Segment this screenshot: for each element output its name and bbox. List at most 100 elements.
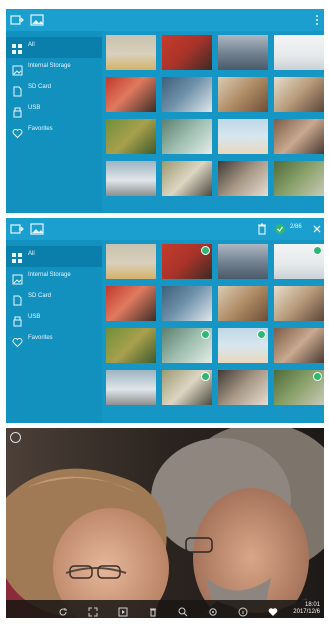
- thumbnail-image: [162, 77, 212, 112]
- thumbnail[interactable]: [218, 35, 268, 70]
- thumbnail[interactable]: [106, 370, 156, 405]
- thumbnail-image: [162, 286, 212, 321]
- thumbnail[interactable]: [274, 244, 324, 279]
- thumbnail[interactable]: [274, 370, 324, 405]
- thumbnail[interactable]: [106, 161, 156, 196]
- thumbnail-image: [162, 119, 212, 154]
- thumbnail[interactable]: [218, 286, 268, 321]
- selected-check-icon: [313, 246, 322, 255]
- selected-check-icon: [313, 372, 322, 381]
- image-icon[interactable]: [30, 13, 44, 27]
- thumbnail[interactable]: [162, 77, 212, 112]
- fullscreen-icon[interactable]: [88, 604, 98, 617]
- thumbnail-image: [106, 286, 156, 321]
- sidebar-item-label: Favorites: [28, 335, 53, 341]
- thumbnail-image: [218, 161, 268, 196]
- thumbnail-image: [106, 35, 156, 70]
- thumbnail[interactable]: [162, 35, 212, 70]
- sidebar-item-internal-storage[interactable]: Internal Storage: [6, 58, 102, 79]
- thumbnail-image: [274, 286, 324, 321]
- thumbnail[interactable]: [274, 286, 324, 321]
- thumbnail-image: [106, 244, 156, 279]
- thumbnail[interactable]: [162, 244, 212, 279]
- thumbnail[interactable]: [274, 35, 324, 70]
- sidebar-item-all[interactable]: All: [6, 37, 102, 58]
- thumbnail[interactable]: [162, 370, 212, 405]
- thumbnail[interactable]: [106, 35, 156, 70]
- thumbnail[interactable]: [218, 77, 268, 112]
- thumbnail[interactable]: [274, 328, 324, 363]
- info-icon[interactable]: [238, 604, 248, 617]
- thumbnail-image: [274, 119, 324, 154]
- sidebar-item-label: All: [28, 251, 35, 257]
- sidebar-item-favorites[interactable]: Favorites: [6, 330, 102, 351]
- photo-couple: [6, 428, 324, 618]
- more-icon[interactable]: [310, 13, 324, 27]
- heart-icon: [12, 126, 23, 139]
- thumbnail[interactable]: [106, 328, 156, 363]
- thumbnail-image: [218, 370, 268, 405]
- trash-icon[interactable]: [255, 222, 269, 236]
- thumbnail[interactable]: [274, 161, 324, 196]
- selected-check-icon: [257, 330, 266, 339]
- clock-time: 18:01: [304, 602, 320, 608]
- trash-icon[interactable]: [148, 604, 158, 617]
- selected-check-icon: [201, 330, 210, 339]
- thumbnail-image: [218, 244, 268, 279]
- sd-card-icon: [12, 84, 23, 97]
- thumbnail[interactable]: [106, 286, 156, 321]
- thumbnail[interactable]: [162, 328, 212, 363]
- thumbnail-image: [218, 77, 268, 112]
- zoom-icon[interactable]: [178, 604, 188, 617]
- usb-icon: [12, 314, 23, 327]
- sidebar-item-label: USB: [28, 105, 41, 111]
- sidebar-item-label: Internal Storage: [28, 272, 71, 278]
- sidebar-item-internal-storage[interactable]: Internal Storage: [6, 267, 102, 288]
- image-icon[interactable]: [30, 222, 44, 236]
- thumbnail[interactable]: [162, 161, 212, 196]
- select-all-icon[interactable]: [273, 222, 287, 236]
- favorite-icon[interactable]: [268, 604, 278, 616]
- sidebar-item-label: SD Card: [28, 84, 52, 90]
- gallery-panel-select: 2/86 All Internal Storage SD Card USB Fa…: [6, 218, 324, 423]
- thumbnail[interactable]: [274, 77, 324, 112]
- thumbnail-image: [106, 161, 156, 196]
- sd-card-icon: [12, 293, 23, 306]
- sidebar-item-usb[interactable]: USB: [6, 100, 102, 121]
- thumbnail[interactable]: [106, 119, 156, 154]
- selection-count: 2/86: [290, 224, 302, 230]
- top-bar: [6, 9, 324, 31]
- sidebar-item-sd-card[interactable]: SD Card: [6, 79, 102, 100]
- settings-icon[interactable]: [208, 604, 218, 616]
- thumbnail[interactable]: [274, 119, 324, 154]
- thumbnail[interactable]: [106, 77, 156, 112]
- top-bar: 2/86: [6, 218, 324, 240]
- back-icon[interactable]: [10, 432, 21, 443]
- thumbnail[interactable]: [162, 119, 212, 154]
- thumbnail[interactable]: [218, 244, 268, 279]
- thumbnail[interactable]: [218, 370, 268, 405]
- thumbnail[interactable]: [162, 286, 212, 321]
- thumbnail[interactable]: [106, 244, 156, 279]
- sidebar-item-all[interactable]: All: [6, 246, 102, 267]
- grid-icon: [12, 42, 23, 54]
- exit-icon[interactable]: [10, 222, 24, 236]
- thumbnail-image: [106, 370, 156, 405]
- thumbnail[interactable]: [218, 328, 268, 363]
- sidebar: All Internal Storage SD Card USB Favorit…: [6, 240, 102, 423]
- thumbnail[interactable]: [218, 119, 268, 154]
- sidebar-item-sd-card[interactable]: SD Card: [6, 288, 102, 309]
- photo-viewer[interactable]: 18:01 2017/12/6: [6, 428, 324, 618]
- thumbnail-image: [218, 286, 268, 321]
- slideshow-icon[interactable]: [118, 604, 128, 617]
- sidebar: All Internal Storage SD Card USB Favorit…: [6, 31, 102, 213]
- close-icon[interactable]: [310, 222, 324, 236]
- sidebar-item-favorites[interactable]: Favorites: [6, 121, 102, 142]
- thumbnail-image: [274, 328, 324, 363]
- viewer-toolbar: 18:01 2017/12/6: [6, 600, 324, 618]
- sidebar-item-label: USB: [28, 314, 41, 320]
- exit-icon[interactable]: [10, 13, 24, 27]
- rotate-icon[interactable]: [58, 604, 68, 616]
- sidebar-item-usb[interactable]: USB: [6, 309, 102, 330]
- thumbnail[interactable]: [218, 161, 268, 196]
